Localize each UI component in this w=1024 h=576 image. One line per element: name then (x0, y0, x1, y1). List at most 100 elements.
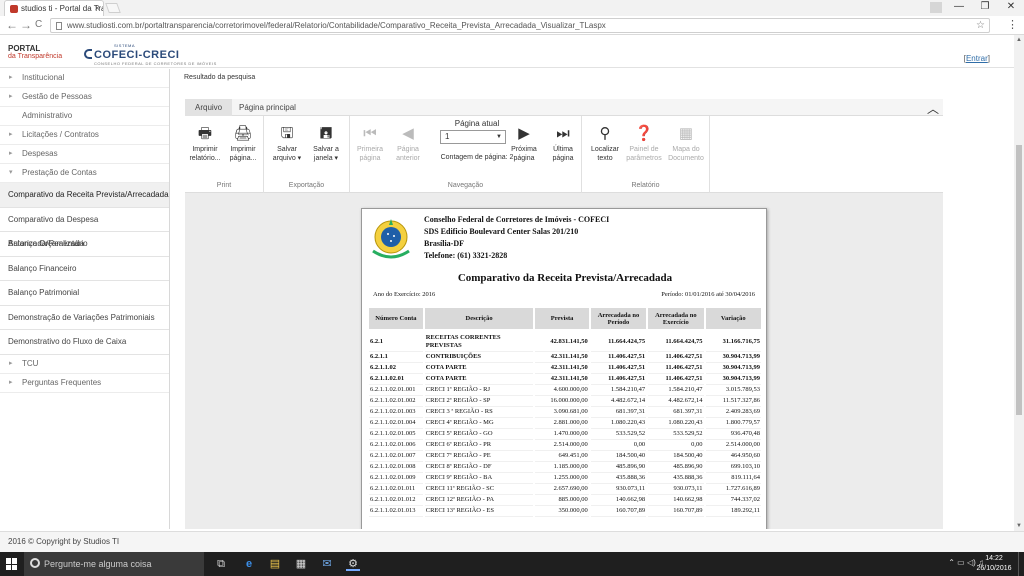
windows-start-icon[interactable] (6, 558, 18, 570)
org-address: SDS Edificio Boulevard Center Salas 201/… (424, 227, 579, 236)
print-page-button[interactable]: 🖨 Imprimir página... (223, 125, 263, 163)
tab-pagina-principal[interactable]: Página principal (229, 99, 306, 116)
tab-close-icon[interactable]: × (95, 3, 100, 13)
document-map-button[interactable]: ▦ Mapa do Documento (666, 125, 706, 163)
maximize-button[interactable]: ❐ (972, 0, 998, 16)
save-file-button[interactable]: 🖫 Salvar arquivo ▾ (267, 125, 307, 163)
chevron-down-icon: ▼ (496, 134, 502, 140)
table-row: 6.2.1.1 CONTRIBUIÇÕES 42.311.141,50 11.406.… (369, 352, 761, 363)
account-number-cell: 6.2.1.1.02.01.002 (369, 396, 423, 407)
forward-icon[interactable]: → (20, 18, 32, 32)
scroll-down-icon[interactable]: ▼ (1016, 523, 1022, 529)
amount-cell: 11.664.424,75 (590, 333, 647, 352)
show-desktop-button[interactable] (1018, 552, 1024, 576)
button-label: Documento (668, 155, 704, 162)
sidebar-link-balanco-orcamentario[interactable]: Balanço Orçamentário (0, 232, 169, 257)
reload-icon[interactable]: C (35, 19, 42, 30)
mail-icon[interactable]: ✉ (320, 557, 334, 571)
tab-arquivo[interactable]: Arquivo (185, 99, 233, 116)
sidebar-item-despesas[interactable]: ▸ Despesas (0, 145, 169, 164)
save-window-button[interactable]: 🖪 Salvar a janela ▾ (306, 125, 346, 163)
parameter-panel-button[interactable]: ❓ Painel de parâmetros (624, 125, 664, 163)
user-profile-icon[interactable] (930, 2, 942, 13)
amount-cell: 533.529,52 (590, 429, 647, 440)
amount-cell: 11.406.427,51 (648, 374, 704, 385)
sidebar-link-balanco-patrimonial[interactable]: Balanço Patrimonial (0, 281, 169, 306)
taskbar-clock[interactable]: 14:22 26/10/2016 (972, 554, 1016, 574)
save-window-icon: 🖪 (319, 125, 333, 142)
prev-page-button[interactable]: ◀ Página anterior (388, 125, 428, 163)
amount-cell: 11.406.427,51 (590, 363, 647, 374)
first-page-button[interactable]: ⏮ Primeira página (350, 125, 390, 163)
button-label: Salvar a (313, 146, 339, 153)
sidebar-item-licitacoes[interactable]: ▸ Licitações / Contratos (0, 126, 169, 145)
sidebar-link-variacoes-patrimoniais[interactable]: Demonstração de Variações Patrimoniais (0, 306, 169, 330)
page-scrollbar[interactable]: ▲ ▼ (1014, 35, 1024, 531)
table-row: 6.2.1.1.02.01.009 CRECI 9ª REGIÃO - BA 1.2… (369, 473, 761, 484)
next-page-button[interactable]: ▶ Próxima página (504, 125, 544, 163)
sidebar-item-label: TCU (22, 358, 39, 368)
sidebar-item-perguntas[interactable]: ▸ Perguntas Frequentes (0, 374, 169, 393)
account-number-cell: 6.2.1.1.02.01.001 (369, 385, 423, 396)
button-label: página (359, 155, 381, 162)
sidebar-item-tcu[interactable]: ▸ TCU (0, 355, 169, 374)
table-row: 6.2.1.1.02.01.007 CRECI 7ª REGIÃO - PE 649… (369, 451, 761, 462)
sidebar-link-receita-prevista[interactable]: Comparativo da Receita Prevista/Arrecada… (0, 183, 169, 208)
login-link[interactable]: Entrar (966, 54, 988, 63)
description-cell: CRECI 5ª REGIÃO - GO (424, 429, 534, 440)
column-header: Arrecadada no Período (590, 308, 647, 329)
button-label: página (513, 155, 535, 162)
amount-cell: 11.406.427,51 (590, 374, 647, 385)
button-label: Imprimir (230, 146, 256, 153)
group-label: Exportação (288, 182, 325, 189)
back-icon[interactable]: ← (6, 18, 18, 32)
new-tab-button[interactable] (105, 3, 121, 13)
portal-logo[interactable]: PORTAL da Transparência (8, 45, 62, 61)
minimize-button[interactable]: — (946, 0, 972, 16)
store-icon[interactable]: ▦ (294, 557, 308, 571)
page-info-icon[interactable] (56, 22, 62, 30)
amount-cell: 1.800.779,57 (705, 418, 761, 429)
sidebar-item-prestacao-contas[interactable]: ▾ Prestação de Contas (0, 164, 169, 183)
file-explorer-icon[interactable]: ▤ (268, 557, 282, 571)
find-text-button[interactable]: ⚲ Localizar texto (585, 125, 625, 163)
browser-menu-icon[interactable]: ⋮ (1007, 18, 1018, 31)
chevron-right-icon: ▸ (9, 93, 13, 100)
account-number-cell: 6.2.1.1.02.01.007 (369, 451, 423, 462)
url-input[interactable]: www.studiosti.com.br/portaltransparencia… (50, 18, 990, 33)
collapse-ribbon-icon[interactable]: ︿ (927, 100, 939, 117)
favicon-icon (10, 5, 18, 13)
ribbon-group-export: 🖫 Salvar arquivo ▾ 🖪 Salvar a janela ▾ E… (264, 116, 350, 193)
sidebar-link-fluxo-caixa[interactable]: Demonstrativo do Fluxo de Caixa (0, 330, 169, 355)
account-number-cell: 6.2.1.1.02.01.006 (369, 440, 423, 451)
scroll-up-icon[interactable]: ▲ (1016, 37, 1022, 43)
sidebar-item-administrativo[interactable]: Administrativo (0, 107, 169, 126)
amount-cell: 1.470.000,00 (535, 429, 589, 440)
amount-cell: 160.707,89 (648, 506, 704, 517)
sidebar-item-institucional[interactable]: ▸ Institucional (0, 69, 169, 88)
sidebar-item-gestao-pessoas[interactable]: ▸ Gestão de Pessoas (0, 88, 169, 107)
close-window-button[interactable]: ✕ (998, 0, 1024, 16)
task-view-icon[interactable]: ⧉ (214, 557, 228, 571)
group-label: Print (216, 182, 232, 189)
bookmark-star-icon[interactable]: ☆ (976, 19, 985, 32)
last-page-button[interactable]: ⏭ Última página (543, 125, 583, 163)
printer-page-icon: 🖨 (233, 125, 253, 142)
edge-browser-icon[interactable]: e (242, 557, 256, 571)
description-cell: COTA PARTE (424, 374, 534, 385)
report-period: Período: 01/01/2016 até 30/04/2016 (661, 291, 755, 298)
print-report-button[interactable]: 🖶 Imprimir relatório... (185, 125, 225, 163)
main-content: Resultado da pesquisa Arquivo Página pri… (171, 69, 1014, 529)
sidebar-link-despesa-autorizada[interactable]: Comparativo da Despesa Autorizada/Realiz… (0, 208, 169, 248)
browser-tab[interactable]: studios ti - Portal da Tra × (4, 0, 104, 16)
amount-cell: 533.529,52 (648, 429, 704, 440)
amount-cell: 699.103,10 (705, 462, 761, 473)
amount-cell: 464.950,60 (705, 451, 761, 462)
sidebar-link-balanco-financeiro[interactable]: Balanço Financeiro (0, 257, 169, 281)
current-page-select[interactable]: 1 ▼ (440, 130, 506, 144)
scrollbar-thumb[interactable] (1016, 145, 1022, 415)
amount-cell: 11.406.427,51 (590, 352, 647, 363)
url-text: www.studiosti.com.br/portaltransparencia… (67, 21, 606, 30)
taskbar-search-input[interactable]: Pergunte-me alguma coisa (24, 552, 204, 576)
chrome-browser-icon[interactable]: ⚙ (346, 557, 360, 571)
